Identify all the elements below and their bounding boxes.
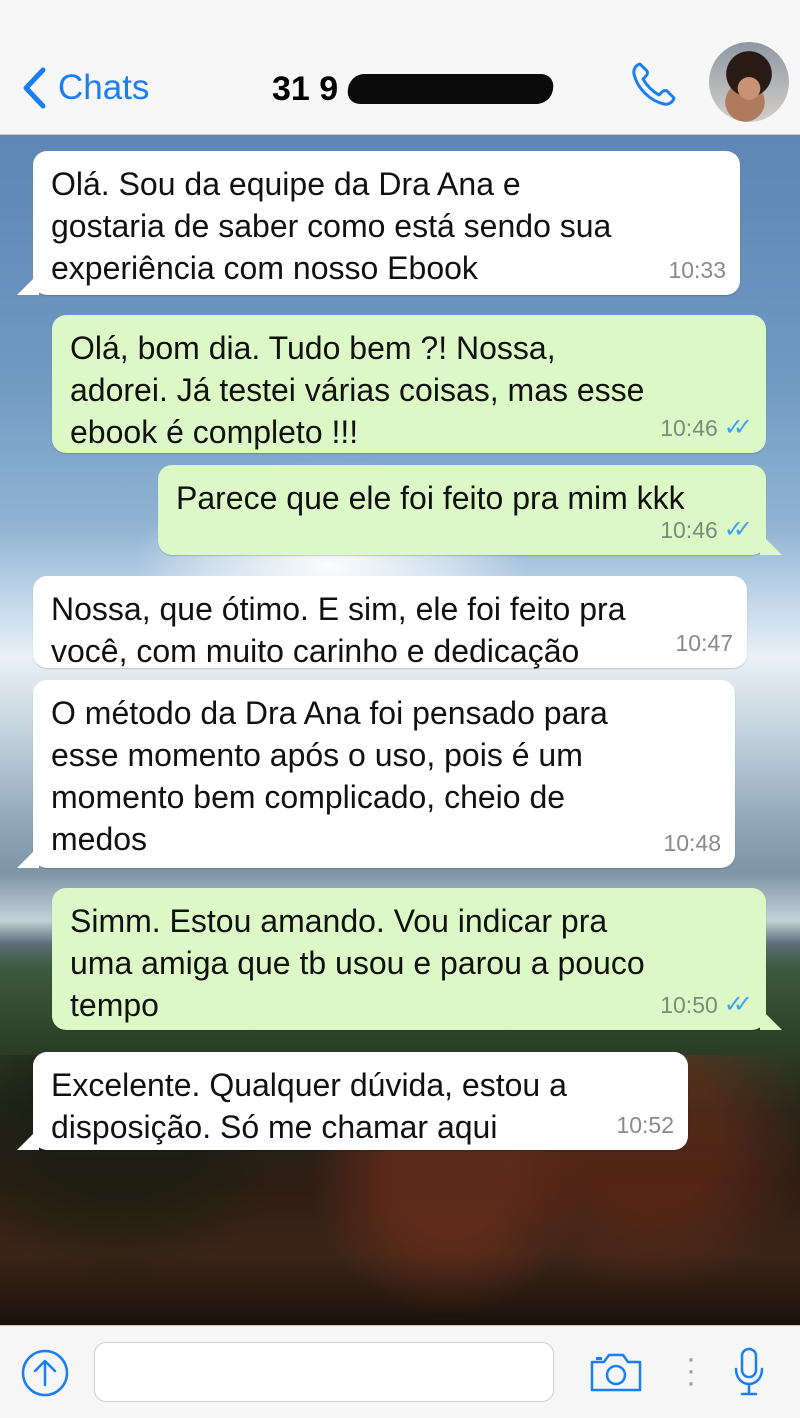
message-text: Simm. Estou amando. Vou indicar pra uma … [70,903,645,1023]
contact-avatar[interactable] [709,42,789,122]
message-text: Nossa, que ótimo. E sim, ele foi feito p… [51,591,626,669]
microphone-icon [734,1347,764,1396]
message-time: 10:33 [668,257,726,283]
message-meta: 10:33 [668,249,726,291]
message-bubble-incoming[interactable]: O método da Dra Ana foi pensado para ess… [17,680,735,868]
chevron-left-icon [23,67,46,109]
message-meta: 10:50 ✓✓ [660,984,753,1026]
read-receipt-icon: ✓✓ [723,991,753,1018]
message-meta: 10:48 [663,822,721,864]
message-bubble-outgoing[interactable]: Olá, bom dia. Tudo bem ?! Nossa, adorei.… [52,315,766,453]
back-label: Chats [58,68,150,107]
arrow-up-circle-icon [21,1349,69,1397]
message-meta: 10:52 [616,1104,674,1146]
contact-name[interactable]: 31 9 [272,66,556,112]
message-meta: 10:46 ✓✓ [660,509,753,551]
message-time: 10:48 [663,830,721,856]
message-input[interactable] [94,1342,554,1402]
phone-icon [632,62,676,106]
camera-button[interactable] [588,1350,644,1399]
camera-icon [590,1353,642,1392]
message-meta: 10:47 [675,622,733,664]
message-time: 10:46 [660,517,718,543]
separator-dots: · · · [686,1342,696,1399]
message-text: O método da Dra Ana foi pensado para ess… [51,695,608,857]
message-time: 10:46 [660,415,718,441]
message-bubble-outgoing[interactable]: Simm. Estou amando. Vou indicar pra uma … [52,888,782,1030]
message-time: 10:47 [675,630,733,656]
message-text: Olá, bom dia. Tudo bem ?! Nossa, adorei.… [70,330,645,450]
voice-record-button[interactable] [733,1346,765,1403]
redaction-mark [346,74,556,104]
read-receipt-icon: ✓✓ [723,516,753,543]
message-text: Excelente. Qualquer dúvida, estou a disp… [51,1067,567,1145]
back-button[interactable]: Chats [22,58,149,118]
message-bubble-incoming[interactable]: Excelente. Qualquer dúvida, estou a disp… [17,1052,688,1150]
message-time: 10:50 [660,992,718,1018]
chat-header: Chats 31 9 [0,0,800,135]
read-receipt-icon: ✓✓ [723,414,753,441]
call-button[interactable] [630,60,678,113]
message-time: 10:52 [616,1112,674,1138]
message-bubble-incoming[interactable]: Nossa, que ótimo. E sim, ele foi feito p… [33,576,747,669]
message-meta: 10:46 ✓✓ [660,407,753,449]
message-input-bar: · · · [0,1325,800,1418]
attach-button[interactable] [20,1348,70,1403]
message-text: Olá. Sou da equipe da Dra Ana e gostaria… [51,166,612,286]
message-bubble-outgoing[interactable]: Parece que ele foi feito pra mim kkk 10:… [158,465,782,555]
message-bubble-incoming[interactable]: Olá. Sou da equipe da Dra Ana e gostaria… [17,151,740,295]
contact-number-visible: 31 9 [272,69,339,108]
